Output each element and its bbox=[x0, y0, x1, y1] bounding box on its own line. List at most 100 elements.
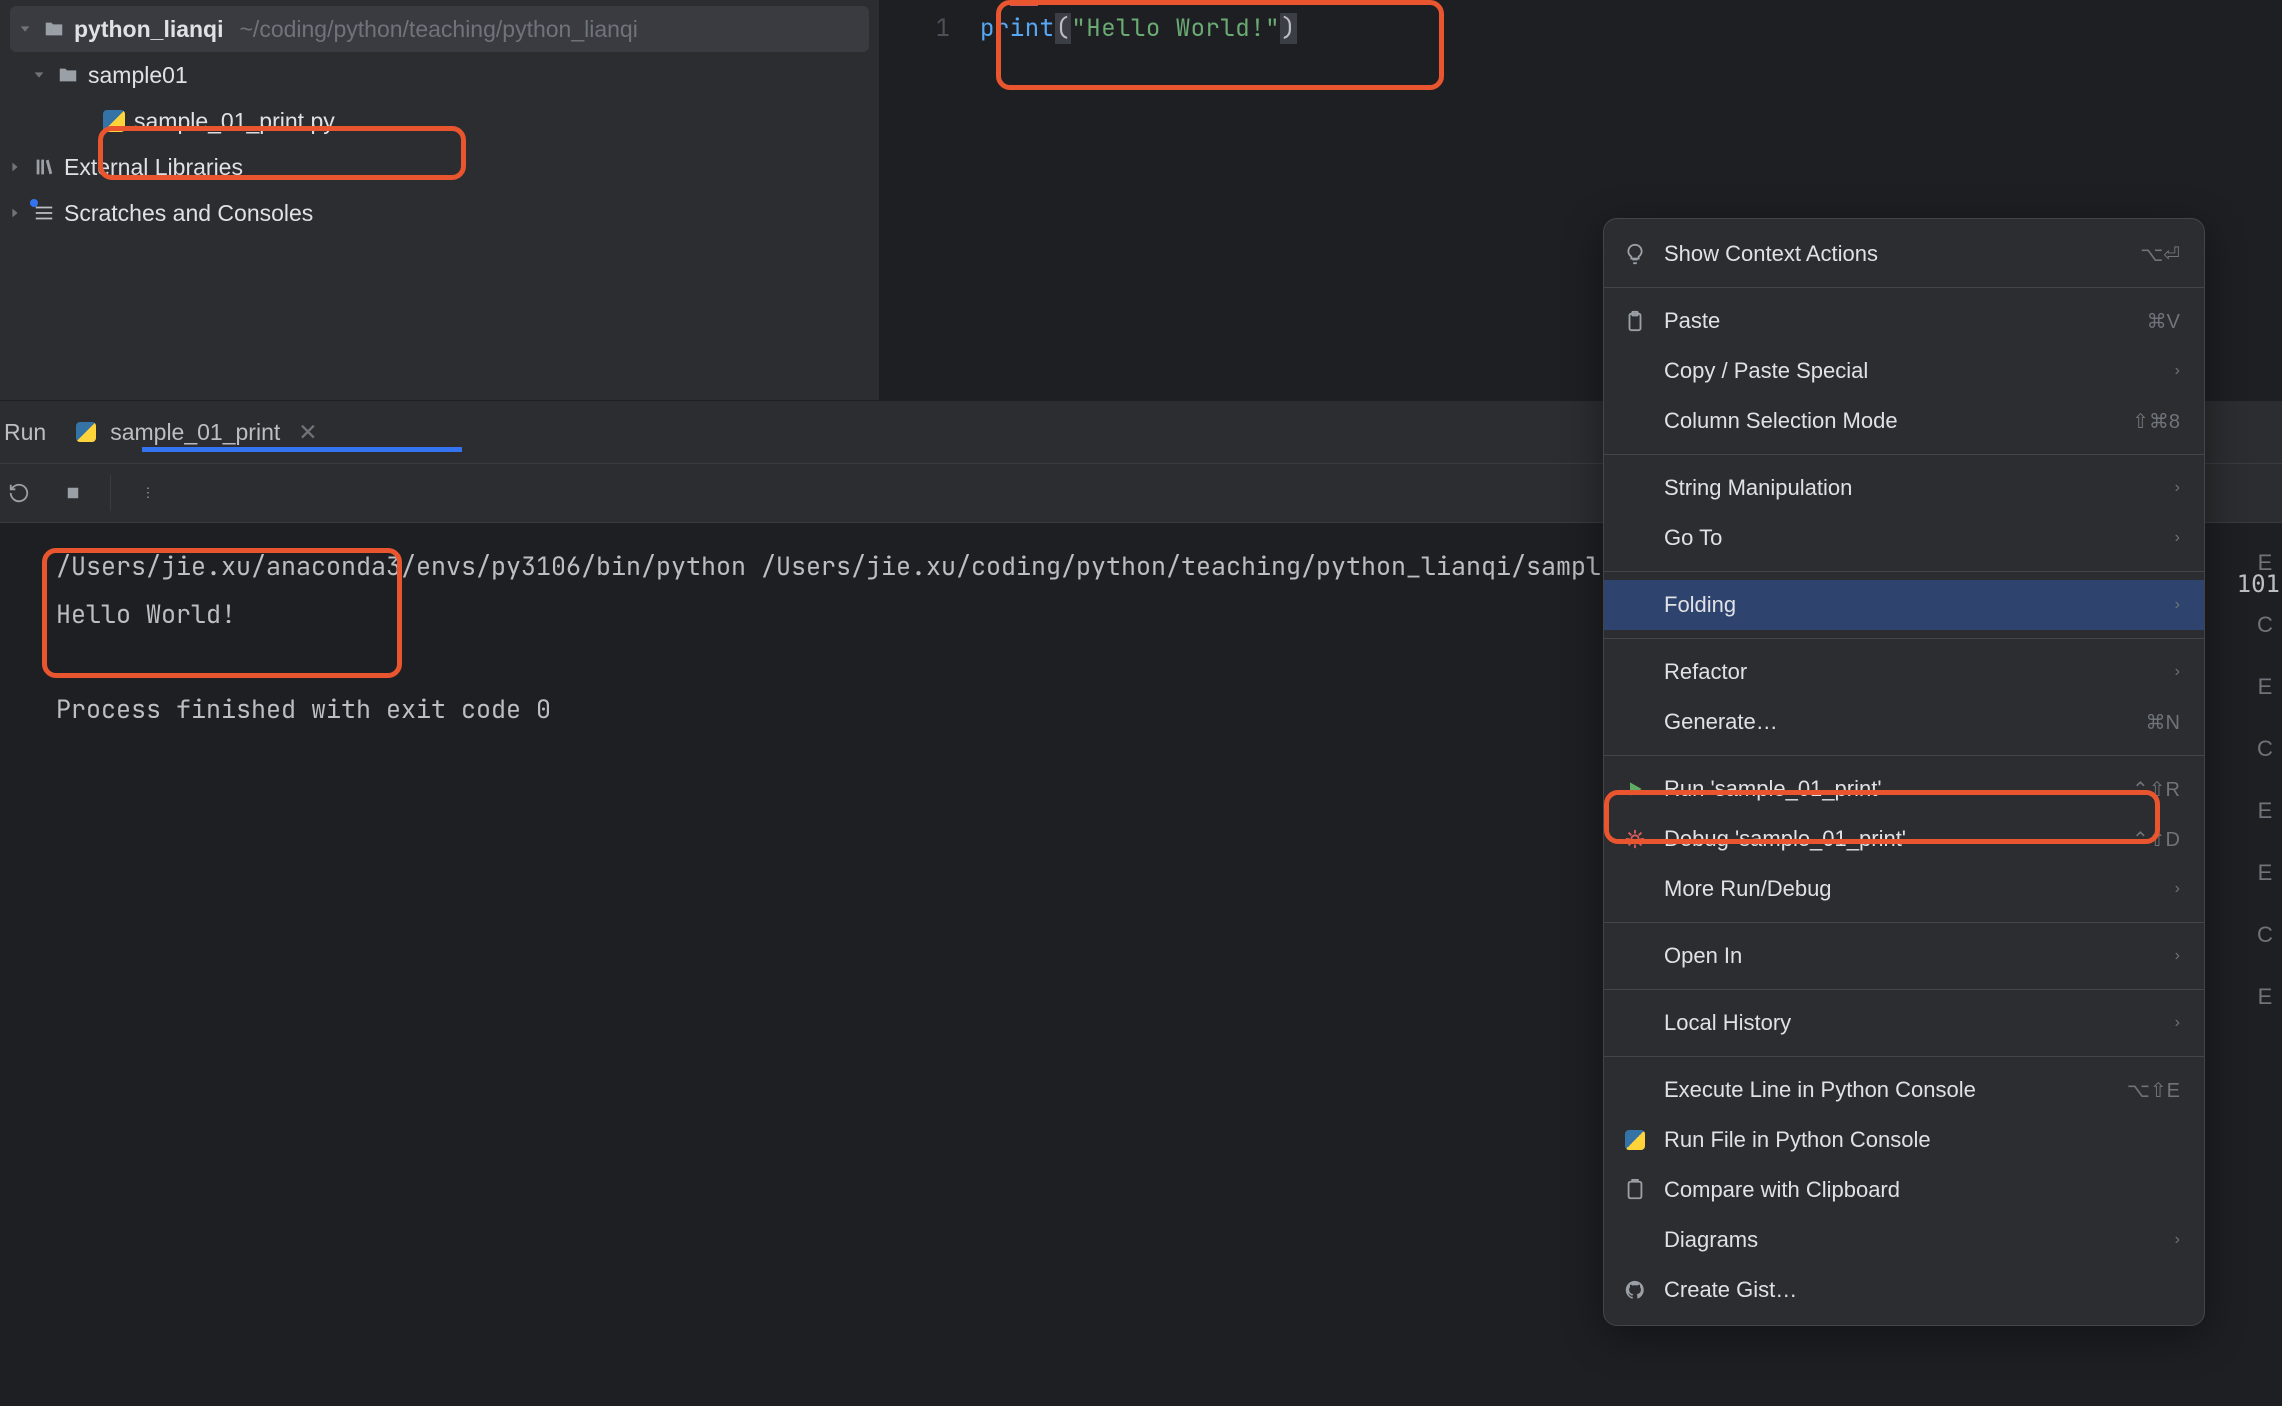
menu-shortcut: ⌥⏎ bbox=[2140, 242, 2180, 267]
tree-folder-label: sample01 bbox=[88, 62, 188, 89]
folder-icon bbox=[56, 63, 80, 87]
bulb-icon bbox=[1622, 241, 1648, 267]
menu-item-label: Refactor bbox=[1664, 659, 2159, 685]
menu-item-folding[interactable]: Folding › bbox=[1604, 580, 2204, 630]
stop-button[interactable] bbox=[56, 476, 90, 510]
menu-item-label: Diagrams bbox=[1664, 1227, 2159, 1253]
chevron-right-icon: › bbox=[2175, 663, 2180, 681]
chevron-right-icon: › bbox=[2175, 1231, 2180, 1249]
tree-file-label: sample_01_print.py bbox=[134, 108, 335, 135]
menu-item-debug-sample-01-print[interactable]: Debug 'sample_01_print' ⌃⇧D bbox=[1604, 814, 2204, 864]
menu-item-more-run-debug[interactable]: More Run/Debug› bbox=[1604, 864, 2204, 914]
run-icon bbox=[1622, 776, 1648, 802]
scratches-icon bbox=[32, 201, 56, 225]
project-tree: python_lianqi ~/coding/python/teaching/p… bbox=[0, 0, 880, 400]
run-tool-title[interactable]: Run bbox=[0, 419, 50, 446]
chevron-right-icon[interactable] bbox=[6, 158, 24, 176]
menu-item-generate[interactable]: Generate… ⌘N bbox=[1604, 697, 2204, 747]
tree-folder-sample01[interactable]: sample01 bbox=[0, 52, 879, 98]
chevron-right-icon: › bbox=[2175, 596, 2180, 614]
menu-item-open-in[interactable]: Open In› bbox=[1604, 931, 2204, 981]
chevron-right-icon[interactable] bbox=[6, 204, 24, 222]
tree-scratches[interactable]: Scratches and Consoles bbox=[0, 190, 879, 236]
menu-item-create-gist[interactable]: Create Gist… bbox=[1604, 1265, 2204, 1315]
gutter-marker: C bbox=[2257, 922, 2273, 952]
menu-item-execute-line-in-python-console[interactable]: Execute Line in Python Console ⌥⇧E bbox=[1604, 1065, 2204, 1115]
menu-shortcut: ⌃⇧R bbox=[2132, 777, 2180, 802]
gutter-marker: E bbox=[2258, 674, 2273, 704]
chevron-right-icon: › bbox=[2175, 362, 2180, 380]
token-lparen: ( bbox=[1055, 13, 1072, 44]
menu-item-label: Go To bbox=[1664, 525, 2159, 551]
rerun-button[interactable] bbox=[2, 476, 36, 510]
folder-icon bbox=[42, 17, 66, 41]
menu-item-column-selection-mode[interactable]: Column Selection Mode⇧⌘8 bbox=[1604, 396, 2204, 446]
tree-root-name: python_lianqi bbox=[74, 16, 224, 43]
menu-shortcut: ⌘V bbox=[2147, 309, 2180, 334]
menu-separator bbox=[1604, 922, 2204, 923]
tree-root-path: ~/coding/python/teaching/python_lianqi bbox=[240, 16, 638, 43]
menu-item-paste[interactable]: Paste ⌘V bbox=[1604, 296, 2204, 346]
gutter-marker: E bbox=[2258, 798, 2273, 828]
menu-shortcut: ⇧⌘8 bbox=[2132, 409, 2180, 434]
debug-icon bbox=[1622, 826, 1648, 852]
menu-separator bbox=[1604, 755, 2204, 756]
token-function: print bbox=[980, 13, 1055, 44]
gh-icon bbox=[1622, 1277, 1648, 1303]
menu-item-label: Paste bbox=[1664, 308, 2131, 334]
menu-separator bbox=[1604, 571, 2204, 572]
toolbar-separator bbox=[110, 475, 111, 511]
menu-item-refactor[interactable]: Refactor › bbox=[1604, 647, 2204, 697]
py-icon bbox=[1622, 1127, 1648, 1153]
menu-item-go-to[interactable]: Go To › bbox=[1604, 513, 2204, 563]
right-gutter: ECECEECE bbox=[2248, 550, 2282, 1014]
menu-item-show-context-actions[interactable]: Show Context Actions ⌥⏎ bbox=[1604, 229, 2204, 279]
paste-icon bbox=[1622, 308, 1648, 334]
token-string: "Hello World!" bbox=[1071, 13, 1280, 44]
menu-item-label: Run 'sample_01_print' bbox=[1664, 776, 2116, 802]
chevron-right-icon: › bbox=[2175, 880, 2180, 898]
menu-item-label: Execute Line in Python Console bbox=[1664, 1077, 2111, 1103]
menu-item-label: Create Gist… bbox=[1664, 1277, 2180, 1303]
tree-external-libraries[interactable]: External Libraries bbox=[0, 144, 879, 190]
menu-separator bbox=[1604, 1056, 2204, 1057]
menu-shortcut: ⌃⇧D bbox=[2132, 827, 2180, 852]
python-file-icon bbox=[74, 420, 98, 444]
menu-shortcut: ⌘N bbox=[2146, 710, 2180, 735]
more-button[interactable]: ⋮ bbox=[131, 476, 165, 510]
chevron-down-icon[interactable] bbox=[30, 66, 48, 84]
tree-external-label: External Libraries bbox=[64, 154, 243, 181]
menu-item-label: Generate… bbox=[1664, 709, 2130, 735]
modified-marker bbox=[1010, 0, 1038, 6]
chevron-right-icon: › bbox=[2175, 479, 2180, 497]
menu-item-label: Show Context Actions bbox=[1664, 241, 2124, 267]
chevron-down-icon[interactable] bbox=[16, 20, 34, 38]
menu-item-run-sample-01-print[interactable]: Run 'sample_01_print' ⌃⇧R bbox=[1604, 764, 2204, 814]
chevron-right-icon: › bbox=[2175, 529, 2180, 547]
code-line[interactable]: print("Hello World!") bbox=[980, 13, 1297, 44]
tree-file-sample-01-print[interactable]: sample_01_print.py bbox=[0, 98, 879, 144]
editor-context-menu: Show Context Actions ⌥⏎ Paste ⌘V Copy / Past… bbox=[1603, 218, 2205, 1326]
run-config-tab[interactable]: sample_01_print ✕ bbox=[74, 419, 317, 446]
menu-item-diagrams[interactable]: Diagrams › bbox=[1604, 1215, 2204, 1265]
menu-shortcut: ⌥⇧E bbox=[2127, 1078, 2180, 1103]
menu-separator bbox=[1604, 454, 2204, 455]
active-tab-indicator bbox=[142, 447, 462, 452]
close-icon[interactable]: ✕ bbox=[298, 419, 317, 446]
menu-item-label: Open In bbox=[1664, 943, 2159, 969]
menu-item-label: Local History bbox=[1664, 1010, 2159, 1036]
menu-item-run-file-in-python-console[interactable]: Run File in Python Console bbox=[1604, 1115, 2204, 1165]
menu-item-label: Folding bbox=[1664, 592, 2159, 618]
menu-item-copy-paste-special[interactable]: Copy / Paste Special› bbox=[1604, 346, 2204, 396]
python-file-icon bbox=[102, 109, 126, 133]
menu-item-label: Compare with Clipboard bbox=[1664, 1177, 2180, 1203]
gutter-marker: E bbox=[2258, 550, 2273, 580]
tree-scratches-label: Scratches and Consoles bbox=[64, 200, 313, 227]
menu-item-local-history[interactable]: Local History › bbox=[1604, 998, 2204, 1048]
menu-item-compare-with-clipboard[interactable]: Compare with Clipboard bbox=[1604, 1165, 2204, 1215]
menu-separator bbox=[1604, 287, 2204, 288]
menu-item-string-manipulation[interactable]: String Manipulation› bbox=[1604, 463, 2204, 513]
tree-root[interactable]: python_lianqi ~/coding/python/teaching/p… bbox=[10, 6, 869, 52]
menu-item-label: Debug 'sample_01_print' bbox=[1664, 826, 2116, 852]
chevron-right-icon: › bbox=[2175, 1014, 2180, 1032]
